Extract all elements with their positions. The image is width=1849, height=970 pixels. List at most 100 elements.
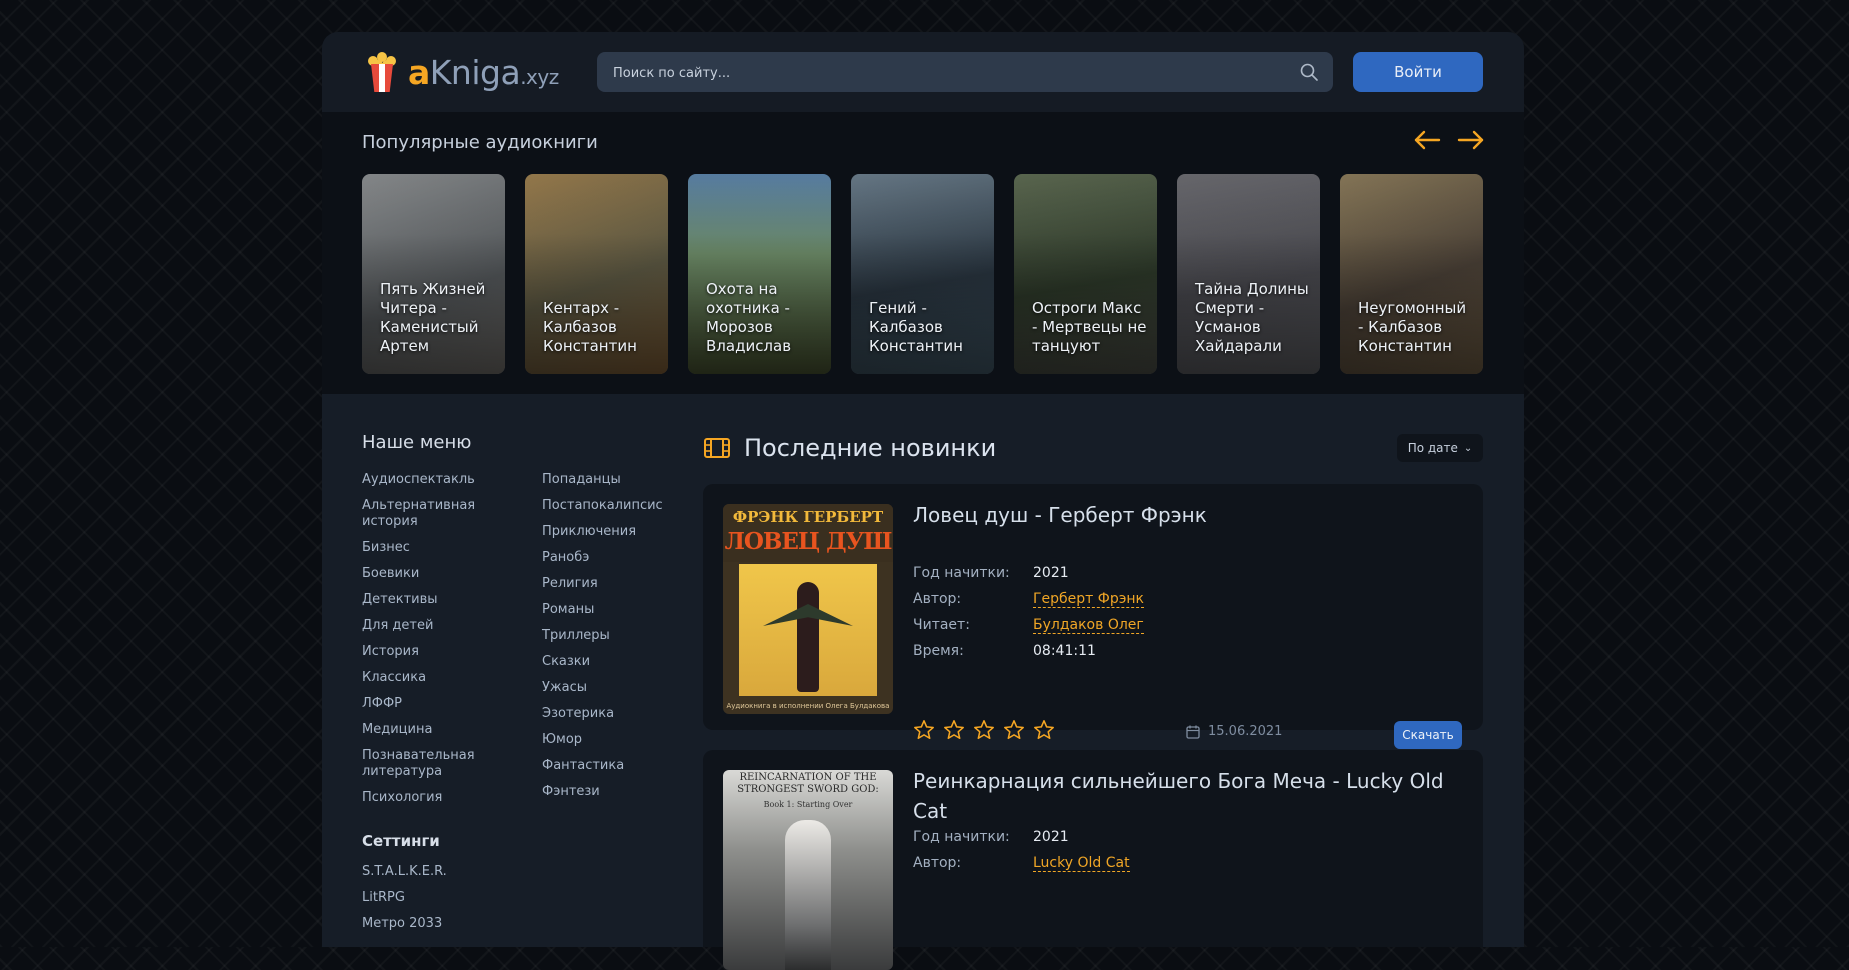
cover-author: ФРЭНК ГЕРБЕРТ — [732, 508, 884, 526]
main-content: Наше меню Аудиоспектакль Альтернативная … — [322, 394, 1524, 970]
latest-title: Последние новинки — [744, 434, 997, 462]
popular-card-title: Остроги Макс - Мертвецы не танцуют — [1032, 299, 1147, 355]
star-icon[interactable] — [943, 719, 965, 741]
menu-column-2: Попаданцы Постапокалипсис Приключения Ра… — [542, 472, 712, 810]
cover-title: REINCARNATION OF THE STRONGEST SWORD GOD… — [737, 772, 879, 795]
menu-item[interactable]: Медицина — [362, 722, 532, 738]
book-cover[interactable]: REINCARNATION OF THE STRONGEST SWORD GOD… — [723, 770, 893, 970]
menu-item[interactable]: Ужасы — [542, 680, 712, 696]
popular-card-title: Неугомонный - Калбазов Константин — [1358, 299, 1467, 355]
popular-title: Популярные аудиокниги — [362, 132, 598, 153]
popular-card[interactable]: Остроги Макс - Мертвецы не танцуют — [1014, 174, 1157, 374]
star-icon[interactable] — [1033, 719, 1055, 741]
menu-item[interactable]: Юмор — [542, 732, 712, 748]
arrow-right-icon[interactable] — [1456, 128, 1486, 152]
year-label: Год начитки: — [913, 565, 1010, 581]
popcorn-icon — [366, 50, 398, 94]
menu-item[interactable]: Сказки — [542, 654, 712, 670]
site-logo[interactable]: aKniga.xyz — [366, 46, 566, 98]
menu-item[interactable]: Приключения — [542, 524, 712, 540]
menu-item[interactable]: Романы — [542, 602, 712, 618]
book-cover[interactable]: ФРЭНК ГЕРБЕРТ ЛОВЕЦ ДУШ Аудиокнига в исп… — [723, 504, 893, 714]
menu-item[interactable]: ЛФФР — [362, 696, 532, 712]
latest-header: Последние новинки — [704, 430, 996, 466]
menu-item[interactable]: Фантастика — [542, 758, 712, 774]
popular-card[interactable]: Неугомонный - Калбазов Константин — [1340, 174, 1483, 374]
reader-label: Читает: — [913, 617, 970, 633]
settings-item[interactable]: LitRPG — [362, 890, 532, 906]
search-icon[interactable] — [1299, 62, 1319, 82]
popular-card[interactable]: Охота на охотника - Морозов Владислав — [688, 174, 831, 374]
publish-date-value: 15.06.2021 — [1208, 724, 1283, 739]
popular-section: Популярные аудиокниги Пять Жизней Читера… — [322, 112, 1524, 394]
year-value: 2021 — [1033, 829, 1069, 845]
author-label: Автор: — [913, 591, 962, 607]
logo-text: aKniga.xyz — [408, 52, 559, 92]
reader-link[interactable]: Булдаков Олег — [1033, 617, 1144, 634]
sort-label: По дате — [1407, 441, 1458, 455]
menu-item[interactable]: Аудиоспектакль — [362, 472, 532, 488]
author-link[interactable]: Lucky Old Cat — [1033, 855, 1130, 872]
rating-stars — [913, 719, 1063, 741]
calendar-icon — [1186, 725, 1200, 739]
cover-subtitle: Book 1: Starting Over — [763, 800, 853, 809]
time-value: 08:41:11 — [1033, 643, 1096, 659]
time-label: Время: — [913, 643, 964, 659]
popular-card[interactable]: Гений - Калбазов Константин — [851, 174, 994, 374]
popular-card-title: Охота на охотника - Морозов Владислав — [706, 280, 792, 355]
menu-column-1: Аудиоспектакль Альтернативная история Би… — [362, 472, 532, 816]
popular-card[interactable]: Кентарх - Калбазов Константин — [525, 174, 668, 374]
star-icon[interactable] — [973, 719, 995, 741]
book-title[interactable]: Ловец душ - Герберт Фрэнк — [913, 500, 1463, 530]
film-icon — [704, 438, 730, 458]
book-meta: Год начитки: 2021 Автор: Lucky Old Cat — [913, 824, 1313, 876]
popular-card-title: Гений - Калбазов Константин — [869, 299, 963, 355]
year-value: 2021 — [1033, 565, 1069, 581]
author-link[interactable]: Герберт Фрэнк — [1033, 591, 1145, 608]
popular-carousel: Пять Жизней Читера - Каменистый Артем Ке… — [362, 174, 1484, 374]
settings-item[interactable]: S.T.A.L.K.E.R. — [362, 864, 532, 880]
menu-item[interactable]: Триллеры — [542, 628, 712, 644]
book-meta: Год начитки: 2021 Автор: Герберт Фрэнк Чит… — [913, 560, 1313, 664]
menu-item[interactable]: Для детей — [362, 618, 532, 634]
star-icon[interactable] — [913, 719, 935, 741]
menu-title: Наше меню — [362, 432, 472, 453]
author-label: Автор: — [913, 855, 962, 871]
menu-item[interactable]: Попаданцы — [542, 472, 712, 488]
menu-item[interactable]: Эзотерика — [542, 706, 712, 722]
menu-item[interactable]: Классика — [362, 670, 532, 686]
settings-title: Сеттинги — [362, 832, 440, 850]
search-input[interactable] — [597, 52, 1275, 94]
download-button[interactable]: Скачать — [1394, 721, 1462, 749]
settings-list: S.T.A.L.K.E.R. LitRPG Метро 2033 — [362, 864, 532, 942]
menu-item[interactable]: Детективы — [362, 592, 532, 608]
cover-title: ЛОВЕЦ ДУШ — [724, 528, 893, 555]
chevron-down-icon: ⌄ — [1463, 442, 1473, 454]
sort-dropdown[interactable]: По дате ⌄ — [1397, 434, 1483, 462]
popular-card-title: Пять Жизней Читера - Каменистый Артем — [380, 280, 486, 355]
popular-card[interactable]: Пять Жизней Читера - Каменистый Артем — [362, 174, 505, 374]
book-title[interactable]: Реинкарнация сильнейшего Бога Меча - Luc… — [913, 766, 1463, 826]
settings-item[interactable]: Метро 2033 — [362, 916, 532, 932]
page: aKniga.xyz Войти Популярные аудиокниги П… — [322, 32, 1524, 970]
menu-item[interactable]: Бизнес — [362, 540, 532, 556]
star-icon[interactable] — [1003, 719, 1025, 741]
menu-item[interactable]: Психология — [362, 790, 532, 806]
menu-item[interactable]: Познавательная литература — [362, 748, 492, 780]
menu-item[interactable]: Постапокалипсис — [542, 498, 712, 514]
menu-item[interactable]: История — [362, 644, 532, 660]
popular-card[interactable]: Тайна Долины Смерти - Усманов Хайдарали — [1177, 174, 1320, 374]
menu-item[interactable]: Альтернативная история — [362, 498, 492, 530]
arrow-left-icon[interactable] — [1412, 128, 1442, 152]
login-button[interactable]: Войти — [1353, 52, 1483, 92]
menu-item[interactable]: Фэнтези — [542, 784, 712, 800]
book-card: ФРЭНК ГЕРБЕРТ ЛОВЕЦ ДУШ Аудиокнига в исп… — [703, 484, 1483, 749]
menu-item[interactable]: Религия — [542, 576, 712, 592]
publish-date: 15.06.2021 — [1186, 724, 1282, 739]
cover-credit: Аудиокнига в исполнении Олега Булдакова — [726, 702, 890, 710]
menu-item[interactable]: Ранобэ — [542, 550, 712, 566]
popular-card-title: Кентарх - Калбазов Константин — [543, 299, 637, 355]
popular-card-title: Тайна Долины Смерти - Усманов Хайдарали — [1195, 280, 1309, 355]
menu-item[interactable]: Боевики — [362, 566, 532, 582]
book-card: REINCARNATION OF THE STRONGEST SWORD GOD… — [703, 750, 1483, 970]
